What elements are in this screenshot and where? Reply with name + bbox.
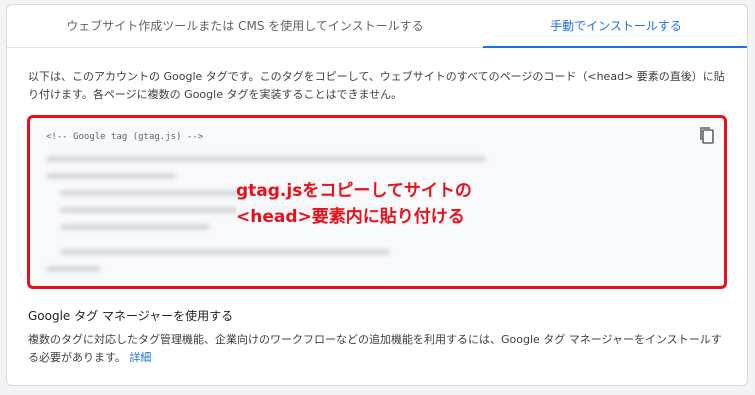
tab-cms-install[interactable]: ウェブサイト作成ツールまたは CMS を使用してインストールする [7,5,483,47]
annotation-callout: gtag.jsをコピーしてサイトの <head>要素内に貼り付ける [236,178,472,230]
code-first-line: <!-- Google tag (gtag.js) --> [46,132,204,142]
copy-icon[interactable] [698,126,716,146]
annotation-line-1: gtag.jsをコピーしてサイトの [236,181,472,201]
blurred-code-line [46,266,101,272]
gtm-section-body: 複数のタグに対応したタグ管理機能、企業向けのワークフローなどの追加機能を利用する… [28,331,728,367]
intro-text: 以下は、このアカウントの Google タグです。このタグをコピーして、ウェブサ… [28,70,725,101]
gtm-section-title: Google タグ マネージャーを使用する [28,309,234,323]
blurred-code-line [60,249,390,255]
blurred-code-line [60,224,210,230]
learn-more-link[interactable]: 詳細 [129,351,151,364]
install-tabs: ウェブサイト作成ツールまたは CMS を使用してインストールする 手動でインスト… [7,5,747,48]
active-tab-indicator [483,46,747,48]
gtag-code-box[interactable]: <!-- Google tag (gtag.js) --> gtag.jsをコピ… [27,115,727,289]
blurred-code-line [46,156,486,162]
blurred-code-line [46,173,176,179]
annotation-line-2: <head>要素内に貼り付ける [236,207,465,227]
tab-manual-install[interactable]: 手動でインストールする [483,5,747,48]
install-card: ウェブサイト作成ツールまたは CMS を使用してインストールする 手動でインスト… [6,4,748,386]
tab-manual-label: 手動でインストールする [550,19,682,33]
